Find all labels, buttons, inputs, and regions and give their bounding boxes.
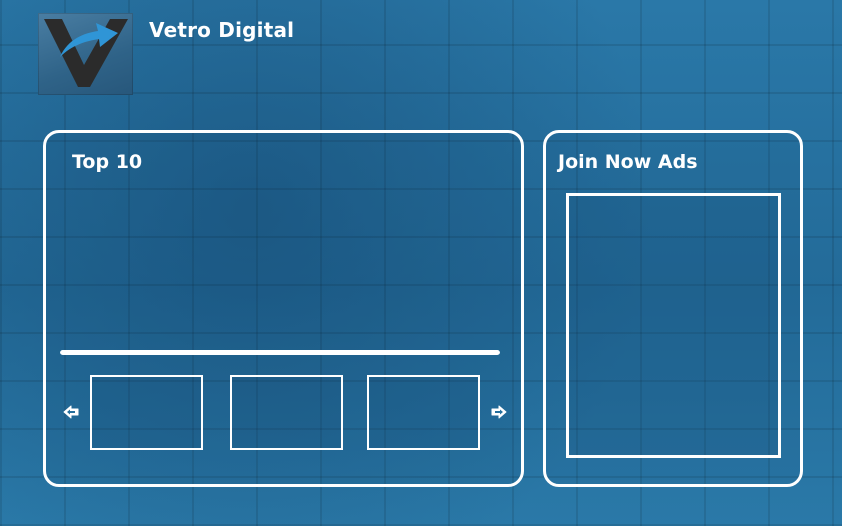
arrow-left-icon[interactable]: [62, 403, 80, 421]
logo-graphic: [44, 19, 128, 87]
ads-title: Join Now Ads: [558, 151, 698, 173]
vetro-logo-icon[interactable]: [38, 13, 133, 95]
top10-thumbnail[interactable]: [90, 375, 203, 450]
join-now-ads-panel: Join Now Ads: [543, 130, 803, 487]
app-root: Vetro Digital Top 10 Join Now Ads: [0, 0, 842, 526]
ad-slot[interactable]: [566, 193, 781, 458]
arrow-right-icon[interactable]: [490, 403, 508, 421]
top10-thumbnail[interactable]: [367, 375, 480, 450]
carousel-progress-bar: [60, 350, 500, 355]
carousel-progress-fill: [60, 350, 500, 355]
brand-title: Vetro Digital: [149, 18, 295, 42]
top10-panel: Top 10: [43, 130, 524, 487]
top10-thumbnail[interactable]: [230, 375, 343, 450]
top10-title: Top 10: [72, 151, 143, 173]
